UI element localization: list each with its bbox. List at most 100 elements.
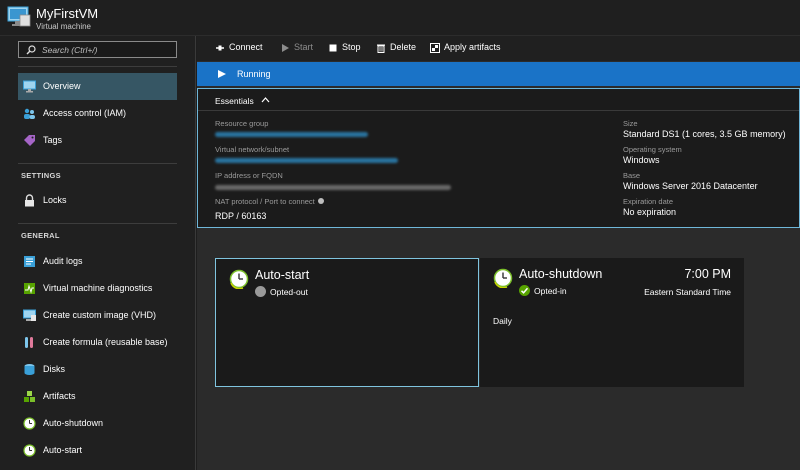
resource-group-label: Resource group <box>215 119 269 128</box>
monitor-icon <box>23 80 36 93</box>
apply-artifacts-label: Apply artifacts <box>444 42 501 52</box>
sidebar-item-artifacts[interactable]: Artifacts <box>18 383 177 410</box>
delete-button[interactable]: Delete <box>376 42 418 54</box>
chevron-up-icon <box>261 97 270 103</box>
os-value: Windows <box>623 155 660 165</box>
sidebar-item-label: Access control (IAM) <box>43 108 127 118</box>
lock-icon <box>25 194 34 207</box>
status-banner: Running <box>197 62 800 86</box>
vm-title: MyFirstVM <box>36 6 99 21</box>
resource-group-link[interactable] <box>215 132 368 137</box>
shutdown-recurrence: Daily <box>493 316 512 326</box>
plug-icon <box>216 45 224 51</box>
stop-icon <box>329 44 337 52</box>
vnet-link[interactable] <box>215 158 398 163</box>
search-icon <box>26 45 36 55</box>
stop-label: Stop <box>342 42 361 52</box>
status-text: Running <box>237 69 271 79</box>
sidebar-item-label: Locks <box>43 195 67 205</box>
start-button[interactable]: Start <box>280 42 316 54</box>
sidebar-item-label: Tags <box>43 135 63 145</box>
sidebar-item-label: Audit logs <box>43 256 83 266</box>
auto-shutdown-title: Auto-shutdown <box>519 267 603 281</box>
auto-shutdown-status-text: Opted-in <box>534 286 567 296</box>
essentials-toggle[interactable]: Essentials <box>198 89 799 111</box>
info-icon <box>317 198 324 204</box>
start-label: Start <box>294 42 314 52</box>
trash-icon <box>377 44 385 53</box>
essentials-panel: Essentials Resource group Virtual networ… <box>197 88 800 228</box>
disk-icon <box>24 364 35 375</box>
auto-start-tile[interactable]: Auto-start Opted-out <box>215 258 479 387</box>
sidebar-item-label: Create custom image (VHD) <box>43 310 157 320</box>
settings-heading: SETTINGS <box>21 171 61 180</box>
header-bar: MyFirstVM Virtual machine <box>0 0 800 36</box>
virtual-machine-icon <box>7 6 31 27</box>
os-label: Operating system <box>623 145 682 154</box>
expiration-value: No expiration <box>623 207 677 217</box>
sidebar-divider <box>18 223 177 224</box>
nat-label-text: NAT protocol / Port to connect <box>215 197 315 206</box>
stop-button[interactable]: Stop <box>328 42 364 54</box>
ip-value <box>215 185 451 190</box>
play-icon <box>282 44 289 52</box>
clock-icon <box>23 417 36 430</box>
clock-icon <box>229 269 249 289</box>
sidebar-item-auto-start[interactable]: Auto-start <box>18 437 177 464</box>
nat-value: RDP / 60163 <box>215 211 267 221</box>
apply-artifacts-icon <box>430 43 440 53</box>
essentials-heading: Essentials <box>215 96 254 106</box>
base-value: Windows Server 2016 Datacenter <box>623 181 758 191</box>
sidebar-item-custom-image[interactable]: Create custom image (VHD) <box>18 302 177 329</box>
sidebar-item-auto-shutdown[interactable]: Auto-shutdown <box>18 410 177 437</box>
toolbar: Connect Start Stop Delete Apply artifact… <box>197 36 800 61</box>
expiration-label: Expiration date <box>623 197 674 206</box>
artifacts-icon <box>24 391 35 402</box>
auto-start-status-text: Opted-out <box>270 287 308 297</box>
sidebar-item-access-control[interactable]: Access control (IAM) <box>18 100 177 127</box>
opted-out-icon <box>255 286 266 297</box>
search-input[interactable]: Search (Ctrl+/) <box>18 41 177 58</box>
size-value: Standard DS1 (1 cores, 3.5 GB memory) <box>623 129 786 139</box>
log-icon <box>24 256 35 267</box>
sidebar-item-disks[interactable]: Disks <box>18 356 177 383</box>
sidebar-item-label: Overview <box>43 81 81 91</box>
sidebar-item-overview[interactable]: Overview <box>18 73 177 100</box>
sidebar-divider <box>18 163 177 164</box>
clock-icon <box>23 444 36 457</box>
size-label: Size <box>623 119 638 128</box>
sidebar-item-locks[interactable]: Locks <box>18 187 177 214</box>
connect-button[interactable]: Connect <box>215 42 267 54</box>
sidebar-item-tags[interactable]: Tags <box>18 127 177 154</box>
sidebar-item-label: Auto-shutdown <box>43 418 104 428</box>
sidebar-item-audit-logs[interactable]: Audit logs <box>18 248 177 275</box>
nat-label: NAT protocol / Port to connect <box>215 197 324 206</box>
base-label: Base <box>623 171 641 180</box>
vm-subtitle: Virtual machine <box>36 22 91 31</box>
delete-label: Delete <box>390 42 417 52</box>
connect-label: Connect <box>229 42 263 52</box>
shutdown-time: 7:00 PM <box>684 267 731 281</box>
sidebar-item-label: Artifacts <box>43 391 76 401</box>
sidebar-item-diagnostics[interactable]: Virtual machine diagnostics <box>18 275 177 302</box>
main-content: Connect Start Stop Delete Apply artifact… <box>197 36 800 470</box>
auto-shutdown-tile[interactable]: Auto-shutdown Opted-in 7:00 PM Eastern S… <box>480 258 744 387</box>
sidebar-item-create-formula[interactable]: Create formula (reusable base) <box>18 329 177 356</box>
clock-icon <box>493 268 513 288</box>
general-heading: GENERAL <box>21 231 60 240</box>
shutdown-timezone: Eastern Standard Time <box>644 287 731 297</box>
diagnostics-icon <box>24 283 35 294</box>
search-placeholder: Search (Ctrl+/) <box>42 45 98 55</box>
ip-label: IP address or FQDN <box>215 171 283 180</box>
formula-icon <box>25 337 33 348</box>
sidebar-item-label: Disks <box>43 364 65 374</box>
image-icon <box>23 309 36 321</box>
play-icon <box>218 70 226 78</box>
users-icon <box>24 108 35 119</box>
sidebar-divider <box>18 66 177 67</box>
sidebar-item-label: Create formula (reusable base) <box>43 337 168 347</box>
sidebar-item-label: Auto-start <box>43 445 83 455</box>
auto-start-title: Auto-start <box>255 268 310 282</box>
sidebar: Search (Ctrl+/) Overview Access control … <box>0 36 196 470</box>
apply-artifacts-button[interactable]: Apply artifacts <box>430 42 510 54</box>
